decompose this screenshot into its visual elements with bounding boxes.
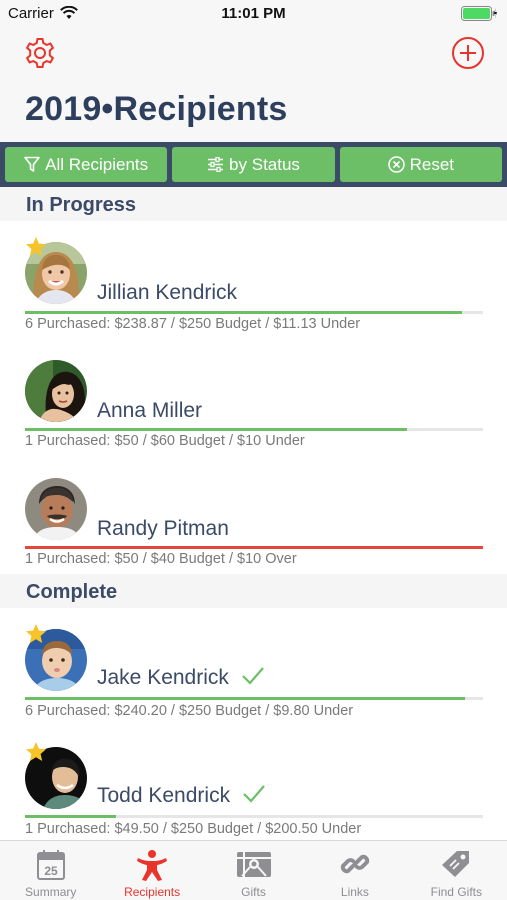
purchase-summary: 1 Purchased: $50 / $40 Budget / $10 Over [25, 551, 297, 567]
tab-label: Recipients [124, 885, 181, 899]
gear-icon[interactable] [23, 36, 57, 70]
recipient-name-text: Todd Kendrick [97, 784, 231, 807]
calendar-date: 25 [44, 864, 58, 878]
avatar [25, 478, 87, 540]
recipient-row-jillian-kendrick[interactable]: Jillian Kendrick 6 Purchased: $238.87 / … [0, 221, 507, 338]
section-title: In Progress [26, 194, 137, 216]
section-header-complete: Complete [0, 574, 507, 608]
tab-label: Gifts [241, 885, 266, 899]
avatar [25, 360, 87, 422]
filter-icon [24, 156, 40, 172]
purchase-summary: 1 Purchased: $50 / $60 Budget / $10 Unde… [25, 433, 305, 449]
clock-label: 11:01 PM [221, 5, 286, 22]
budget-progress-bar [25, 815, 483, 818]
x-circle-icon [387, 156, 405, 173]
tab-label: Summary [25, 885, 77, 899]
recipient-name: Todd Kendrick [97, 784, 266, 808]
recipient-name: Randy Pitman [97, 517, 229, 540]
section-title: Complete [26, 581, 118, 603]
recipient-row-jake-kendrick[interactable]: Jake Kendrick 6 Purchased: $240.20 / $25… [0, 608, 507, 725]
reset-button[interactable]: Reset [339, 147, 502, 182]
star-icon [26, 624, 46, 643]
link-icon [340, 854, 370, 874]
by-status-label: by Status [229, 154, 300, 174]
filter-bar: All Recipients by Status Reset [0, 142, 507, 187]
recipient-name: Anna Miller [97, 399, 203, 422]
purchase-summary: 6 Purchased: $240.20 / $250 Budget / $9.… [25, 703, 354, 719]
tab-recipients[interactable]: Recipients [101, 841, 202, 900]
plus-circle-icon[interactable] [451, 36, 485, 70]
all-recipients-label: All Recipients [45, 154, 149, 174]
recipient-name: Jake Kendrick [97, 666, 265, 690]
budget-progress-fill [25, 311, 463, 314]
tab-label: Links [340, 885, 369, 899]
checkmark-icon [243, 785, 265, 803]
calendar-icon: 25 [36, 850, 65, 880]
star-icon [26, 742, 46, 761]
sliders-icon [208, 157, 224, 172]
recipient-name-text: Jake Kendrick [97, 666, 229, 689]
status-bar: Carrier 11:01 PM [0, 0, 507, 28]
all-recipients-button[interactable]: All Recipients [5, 147, 168, 182]
by-status-button[interactable]: by Status [172, 147, 335, 182]
gift-icon [236, 852, 271, 877]
recipient-row-todd-kendrick[interactable]: Todd Kendrick 1 Purchased: $49.50 / $250… [0, 726, 507, 843]
budget-progress-bar [25, 311, 483, 314]
tab-links[interactable]: Links [304, 841, 405, 900]
recipient-row-anna-miller[interactable]: Anna Miller 1 Purchased: $50 / $60 Budge… [0, 338, 507, 455]
budget-progress-bar [25, 428, 483, 431]
star-icon [26, 237, 46, 256]
purchase-summary: 1 Purchased: $49.50 / $250 Budget / $200… [25, 821, 362, 837]
recipient-row-randy-pitman[interactable]: Randy Pitman 1 Purchased: $50 / $40 Budg… [0, 456, 507, 573]
tab-summary[interactable]: 25 Summary [0, 841, 101, 900]
navigation-header: 2019•Recipients [0, 28, 507, 142]
budget-progress-fill [25, 546, 483, 549]
page-title: 2019•Recipients [25, 90, 288, 128]
tag-icon [442, 851, 470, 877]
checkmark-icon [242, 667, 264, 685]
battery-icon [461, 6, 497, 21]
recipient-name: Jillian Kendrick [97, 281, 238, 304]
purchase-summary: 6 Purchased: $238.87 / $250 Budget / $11… [25, 316, 361, 332]
budget-progress-bar [25, 697, 483, 700]
tab-find-gifts[interactable]: Find Gifts [406, 841, 507, 900]
budget-progress-bar [25, 546, 483, 549]
budget-progress-fill [25, 815, 116, 818]
budget-progress-fill [25, 428, 407, 431]
person-icon [137, 850, 168, 881]
reset-label: Reset [409, 154, 455, 174]
tab-label: Find Gifts [430, 885, 482, 899]
budget-progress-fill [25, 697, 466, 700]
section-header-in-progress: In Progress [0, 187, 507, 221]
tab-gifts[interactable]: Gifts [203, 841, 304, 900]
tab-bar: 25 Summary Recipients Gifts Links Find G… [0, 840, 507, 900]
